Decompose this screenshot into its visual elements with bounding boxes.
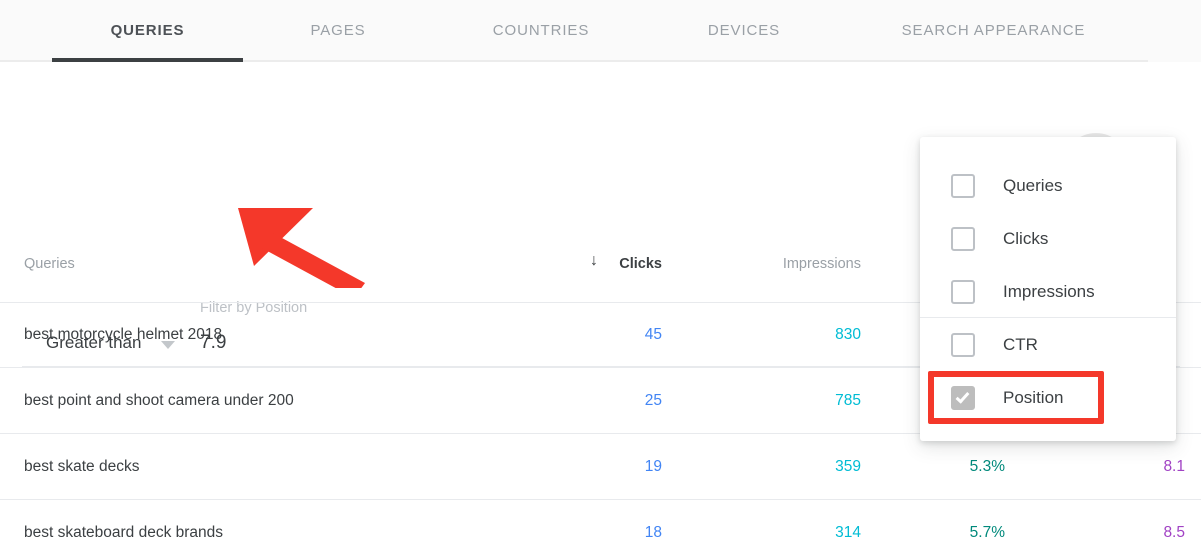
cell-clicks: 18 <box>644 523 662 541</box>
cell-clicks: 19 <box>644 457 662 475</box>
tab-devices[interactable]: DEVICES <box>673 0 815 60</box>
column-header-clicks[interactable]: Clicks <box>619 256 662 272</box>
column-header-impressions[interactable]: Impressions <box>783 256 861 272</box>
report-toolbar: 1 <box>0 62 1201 199</box>
search-console-performance-report: QUERIES PAGES COUNTRIES DEVICES SEARCH A… <box>0 0 1201 552</box>
cell-query: best motorcycle helmet 2018 <box>24 325 223 343</box>
metric-option-queries[interactable]: Queries <box>920 159 1176 212</box>
cell-clicks: 45 <box>644 325 662 343</box>
cell-query: best skate decks <box>24 457 140 475</box>
table-row[interactable]: best skate decks 19 359 5.3% 8.1 <box>0 434 1201 500</box>
metric-option-position[interactable]: Position <box>920 371 1176 424</box>
dimension-tabbar: QUERIES PAGES COUNTRIES DEVICES SEARCH A… <box>0 0 1201 62</box>
checkbox-unchecked-icon[interactable] <box>951 174 975 198</box>
metric-option-ctr[interactable]: CTR <box>920 318 1176 371</box>
metrics-dropdown-panel: Queries Clicks Impressions CTR Position <box>920 137 1176 441</box>
sort-descending-icon: ↓ <box>590 252 598 269</box>
checkbox-unchecked-icon[interactable] <box>951 227 975 251</box>
cell-query: best point and shoot camera under 200 <box>24 391 294 409</box>
cell-ctr: 5.7% <box>969 523 1005 541</box>
cell-query: best skateboard deck brands <box>24 523 224 541</box>
tab-countries[interactable]: COUNTRIES <box>455 0 627 60</box>
cell-impressions: 314 <box>835 523 861 541</box>
cell-impressions: 359 <box>835 457 861 475</box>
metric-option-label: CTR <box>1003 334 1038 354</box>
tab-pages[interactable]: PAGES <box>268 0 408 60</box>
column-header-queries[interactable]: Queries <box>24 256 75 272</box>
metric-option-label: Position <box>1003 387 1064 407</box>
metric-option-impressions[interactable]: Impressions <box>920 265 1176 318</box>
cell-ctr: 5.3% <box>969 457 1005 475</box>
tab-queries[interactable]: QUERIES <box>52 0 243 60</box>
cell-impressions: 830 <box>835 325 861 343</box>
tab-search-appearance[interactable]: SEARCH APPEARANCE <box>864 0 1123 60</box>
table-row[interactable]: best skateboard deck brands 18 314 5.7% … <box>0 500 1201 552</box>
cell-position: 8.1 <box>1163 457 1185 475</box>
metric-option-label: Impressions <box>1003 281 1095 301</box>
checkbox-unchecked-icon[interactable] <box>951 333 975 357</box>
metric-option-label: Clicks <box>1003 228 1049 248</box>
metric-option-clicks[interactable]: Clicks <box>920 212 1176 265</box>
metric-option-label: Queries <box>1003 175 1063 195</box>
cell-position: 8.5 <box>1163 523 1185 541</box>
checkbox-checked-icon[interactable] <box>951 386 975 410</box>
cell-clicks: 25 <box>644 391 662 409</box>
cell-impressions: 785 <box>835 391 861 409</box>
checkbox-unchecked-icon[interactable] <box>951 280 975 304</box>
